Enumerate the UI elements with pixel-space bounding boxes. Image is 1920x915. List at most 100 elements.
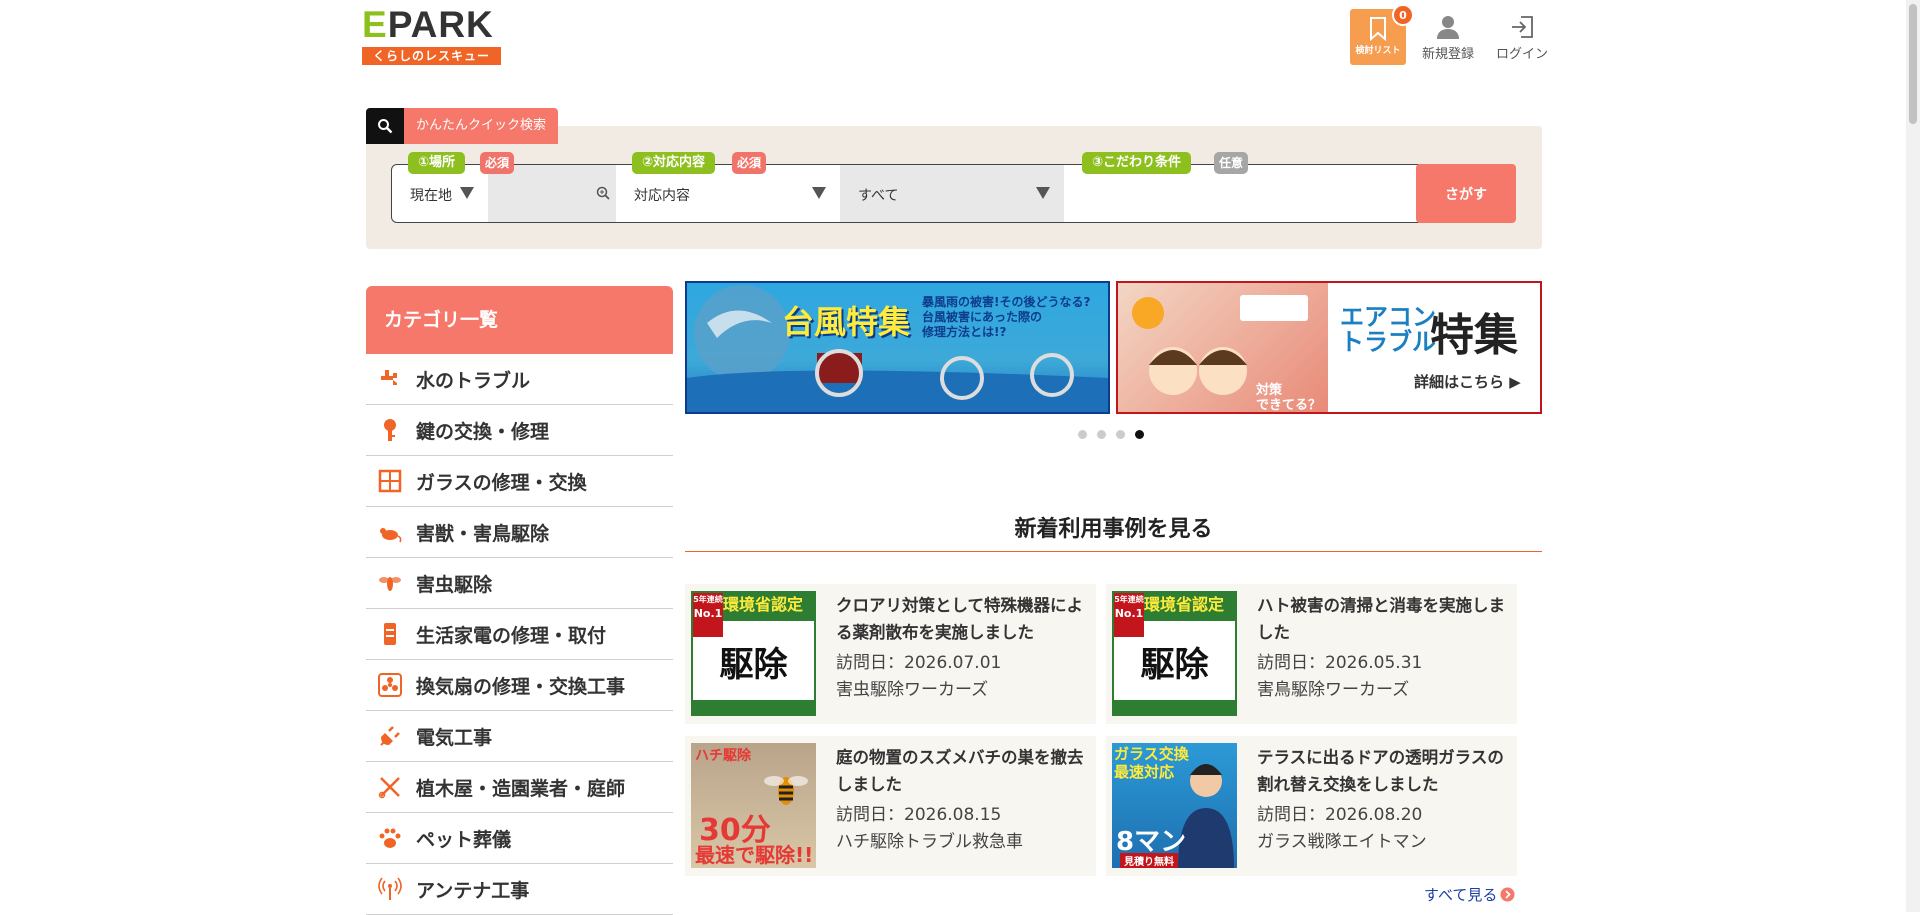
see-all-link[interactable]: すべて見る xyxy=(1424,884,1515,905)
case-shop: ガラス戦隊エイトマン xyxy=(1257,832,1427,852)
category-list-title: カテゴリ一覧 xyxy=(366,286,673,354)
window-icon xyxy=(376,467,404,495)
category-item-fan[interactable]: 換気扇の修理・交換工事 xyxy=(366,660,673,711)
scrollbar-thumb[interactable] xyxy=(1909,4,1917,124)
aircon-title-main: 特集 xyxy=(1430,310,1518,361)
bookmark-icon xyxy=(1370,17,1386,41)
category-label: ガラスの修理・交換 xyxy=(416,471,587,494)
page: E PARK くらしのレスキュー 検討リスト 0 新規登録 ログイン 現在地 対… xyxy=(362,0,1548,915)
content-required-tag: 必須 xyxy=(732,152,767,174)
carousel-dot-active[interactable] xyxy=(1135,430,1144,439)
fan-icon xyxy=(376,671,404,699)
case-card[interactable]: ハチ駆除 30分 最速で駆除!! 庭の物置のスズメバチの巣を撤去しました 訪問日… xyxy=(685,736,1096,876)
quick-search-tab: かんたんクイック検索 xyxy=(366,108,559,144)
case-thumbnail: 5年連続 No.1 環境省認定 駆除 xyxy=(1112,591,1237,716)
scissors-icon xyxy=(376,773,404,801)
category-item-pest-animal[interactable]: 害獣・害鳥駆除 xyxy=(366,507,673,558)
place-tag: ①場所 xyxy=(408,152,466,174)
carousel-dot[interactable] xyxy=(1116,430,1125,439)
subcategory-select[interactable]: すべて xyxy=(840,165,1064,222)
content-value: 対応内容 xyxy=(634,188,690,204)
logo-subtitle: くらしのレスキュー xyxy=(362,47,501,65)
subcategory-value: すべて xyxy=(858,188,899,204)
category-label: 換気扇の修理・交換工事 xyxy=(416,675,626,698)
bee-icon xyxy=(376,569,404,597)
rat-icon xyxy=(376,518,404,546)
chevron-down-icon xyxy=(460,187,474,199)
case-date: 訪問日：2026.08.20 xyxy=(1257,805,1423,825)
case-title: テラスに出るドアの透明ガラスの割れ替え交換をしました xyxy=(1257,748,1504,794)
key-icon xyxy=(376,416,404,444)
aircon-details-link[interactable]: 詳細はこちら ▶ xyxy=(1414,371,1521,392)
bookmark-label: 検討リスト xyxy=(1355,46,1401,56)
case-date: 訪問日：2026.05.31 xyxy=(1257,653,1423,673)
login-link[interactable]: ログイン xyxy=(1490,9,1554,62)
logo-main-text: PARK xyxy=(387,4,494,45)
register-label: 新規登録 xyxy=(1421,47,1474,62)
case-date: 訪問日：2026.07.01 xyxy=(836,653,1002,673)
case-title: クロアリ対策として特殊機器による薬剤散布を実施しました xyxy=(836,596,1084,642)
category-item-appliance[interactable]: 生活家電の修理・取付 xyxy=(366,609,673,660)
case-card[interactable]: 5年連続 No.1 環境省認定 駆除 クロアリ対策として特殊機器による薬剤散布を実… xyxy=(685,584,1096,724)
category-label: 植木屋・造園業者・庭師 xyxy=(416,777,626,800)
case-thumbnail: ハチ駆除 30分 最速で駆除!! xyxy=(691,743,816,868)
chevron-down-icon xyxy=(1036,187,1050,199)
typhoon-text: 暴風雨の被害!その後どうなる? 台風被害にあった際の 修理方法とは!? xyxy=(922,295,1091,339)
category-item-key[interactable]: 鍵の交換・修理 xyxy=(366,405,673,456)
typhoon-feature-banner[interactable]: 台風特集 暴風雨の被害!その後どうなる? 台風被害にあった際の 修理方法とは!? xyxy=(685,281,1110,414)
divider xyxy=(685,551,1542,552)
case-card[interactable]: 5年連続 No.1 環境省認定 駆除 ハト被害の清掃と消毒を実施しました 訪問日：… xyxy=(1106,584,1517,724)
bookmark-count-badge: 0 xyxy=(1392,4,1414,26)
page-scrollbar[interactable] xyxy=(1906,0,1920,912)
new-cases-title: 新着利用事例を見る xyxy=(1014,517,1213,542)
carousel-dot[interactable] xyxy=(1078,430,1087,439)
category-item-electric[interactable]: 電気工事 xyxy=(366,711,673,762)
appliance-icon xyxy=(376,620,404,648)
bookmark-list-button[interactable]: 検討リスト 0 xyxy=(1350,4,1414,65)
aircon-feature-banner[interactable]: 対策 できてる？ エアコン トラブル 特集 詳細はこちら ▶ xyxy=(1116,281,1542,414)
category-list: 水のトラブル 鍵の交換・修理 ガラスの修理・交換 害獣・害鳥駆除 害虫駆除 生活… xyxy=(366,354,673,915)
chevron-down-icon xyxy=(812,187,826,199)
category-item-glass[interactable]: ガラスの修理・交換 xyxy=(366,456,673,507)
paw-icon xyxy=(376,824,404,852)
search-button[interactable]: さがす xyxy=(1416,164,1516,223)
antenna-icon xyxy=(376,875,404,903)
category-label: 生活家電の修理・取付 xyxy=(416,624,607,647)
quick-search-panel: 現在地 対応内容 すべて ①場所 必須 ②対応内容 必須 ③こだわり条件 任意 … xyxy=(366,126,1542,249)
category-item-antenna[interactable]: アンテナ工事 xyxy=(366,864,673,915)
condition-tag: ③こだわり条件 xyxy=(1082,152,1192,174)
place-required-tag: 必須 xyxy=(480,152,515,174)
arrow-right-circle-icon xyxy=(1500,887,1515,902)
case-card[interactable]: ガラス交換 最速対応 8マン 見積り無料 テラスに出るドアの透明ガラスの割れ替え交… xyxy=(1106,736,1517,876)
search-bar: 現在地 対応内容 すべて ①場所 必須 ②対応内容 必須 ③こだわり条件 任意 xyxy=(391,152,1423,223)
carousel-dot[interactable] xyxy=(1097,430,1106,439)
category-label: ペット葬儀 xyxy=(416,828,512,851)
category-label: 電気工事 xyxy=(416,726,493,749)
case-shop: 害虫駆除ワーカーズ xyxy=(836,680,989,700)
category-item-insect[interactable]: 害虫駆除 xyxy=(366,558,673,609)
epark-logo[interactable]: E PARK くらしのレスキュー xyxy=(362,6,504,66)
faucet-icon xyxy=(376,365,404,393)
user-icon xyxy=(1437,16,1459,39)
header-actions: 検討リスト 0 新規登録 ログイン xyxy=(1350,4,1554,65)
carousel-dots xyxy=(1078,430,1144,439)
case-title: ハト被害の清掃と消毒を実施しました xyxy=(1257,596,1505,642)
category-label: アンテナ工事 xyxy=(416,879,530,902)
zoom-icon xyxy=(596,186,610,200)
condition-optional-tag: 任意 xyxy=(1214,152,1249,174)
register-link[interactable]: 新規登録 xyxy=(1416,9,1480,62)
place-value: 現在地 xyxy=(410,188,452,204)
typhoon-title: 台風特集 xyxy=(782,303,911,341)
category-label: 害虫駆除 xyxy=(416,573,493,596)
category-item-garden[interactable]: 植木屋・造園業者・庭師 xyxy=(366,762,673,813)
category-label: 鍵の交換・修理 xyxy=(416,420,550,443)
login-label: ログイン xyxy=(1495,47,1548,62)
quick-search-label: かんたんクイック検索 xyxy=(404,108,559,144)
category-item-pet[interactable]: ペット葬儀 xyxy=(366,813,673,864)
case-thumbnail: 5年連続 No.1 環境省認定 駆除 xyxy=(691,591,816,716)
case-shop: 害鳥駆除ワーカーズ xyxy=(1257,680,1410,700)
case-shop: ハチ駆除トラブル救急車 xyxy=(836,832,1023,852)
plug-icon xyxy=(376,722,404,750)
content-tag: ②対応内容 xyxy=(632,152,716,174)
category-item-water[interactable]: 水のトラブル xyxy=(366,354,673,405)
